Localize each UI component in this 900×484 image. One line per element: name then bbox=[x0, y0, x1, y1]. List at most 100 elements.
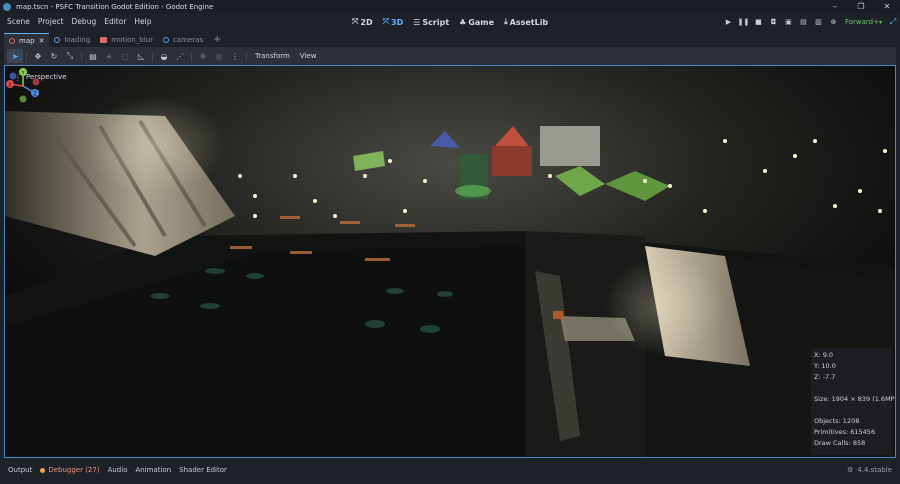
snap-icon[interactable]: ⋰ bbox=[172, 49, 188, 63]
main-screen-label: AssetLib bbox=[509, 17, 549, 27]
main-screen-2d[interactable]: ⤧ 2D bbox=[352, 17, 373, 27]
play-custom-scene-icon[interactable]: ▤ bbox=[796, 18, 811, 26]
svg-text:Y: Y bbox=[20, 70, 25, 76]
move-mode-icon[interactable]: ✥ bbox=[30, 49, 46, 63]
main-screen-label: Game bbox=[468, 17, 495, 27]
camera-y: Y: 10.0 bbox=[814, 362, 836, 370]
pause-icon[interactable]: ❚❚ bbox=[736, 18, 751, 26]
camera-x: X: 9.0 bbox=[814, 351, 834, 359]
scale-mode-icon[interactable]: ⤡ bbox=[62, 49, 78, 63]
list-select-icon[interactable]: ▤ bbox=[85, 49, 101, 63]
environment-preview-icon[interactable]: ◍ bbox=[211, 49, 227, 63]
view-menu[interactable]: View bbox=[295, 52, 322, 60]
sun-preview-icon[interactable]: ✺ bbox=[195, 49, 211, 63]
menu-help[interactable]: Help bbox=[130, 13, 155, 31]
separator bbox=[26, 50, 27, 62]
tab-loading[interactable]: loading bbox=[49, 33, 95, 47]
menu-project[interactable]: Project bbox=[34, 13, 68, 31]
maximize-icon[interactable]: ❐ bbox=[848, 0, 874, 13]
main-screen-assetlib[interactable]: ⤓ AssetLib bbox=[504, 17, 548, 27]
assetlib-icon: ⤓ bbox=[504, 17, 508, 26]
minimize-icon[interactable]: – bbox=[822, 0, 848, 13]
audio-tab[interactable]: Audio bbox=[104, 466, 132, 474]
scene-tabs: map ✕ loading motion_blur cameras + bbox=[4, 33, 896, 47]
play-icon[interactable]: ▶ bbox=[721, 18, 736, 26]
zoom-icon[interactable]: ⊕ bbox=[826, 18, 841, 26]
scene-icon bbox=[162, 37, 169, 43]
tab-motion-blur[interactable]: motion_blur bbox=[95, 33, 158, 47]
scene-icon bbox=[54, 37, 61, 43]
window-title: map.tscn - PSFC Transition Godot Edition… bbox=[16, 2, 214, 11]
2d-icon: ⤧ bbox=[352, 17, 359, 26]
menu-scene[interactable]: Scene bbox=[3, 13, 34, 31]
film-icon bbox=[100, 37, 108, 43]
remote-debug-icon[interactable]: ◘ bbox=[766, 18, 781, 26]
script-icon: ☰ bbox=[413, 17, 421, 27]
debugger-tab[interactable]: Debugger (27) bbox=[36, 466, 103, 474]
draw-calls-count: Draw Calls: 858 bbox=[814, 439, 866, 447]
tab-label: map bbox=[19, 36, 35, 45]
ruler-icon[interactable]: ◺ bbox=[133, 49, 149, 63]
main-screen-switcher: ⤧ 2D ⤧ 3D ☰ Script ♣ Game ⤓ AssetLib bbox=[352, 13, 548, 31]
version-label[interactable]: 4.4.stable bbox=[857, 466, 892, 474]
warning-dot-icon bbox=[40, 467, 46, 473]
viewport-toolbar: ➤ ✥ ↻ ⤡ ▤ 🔒︎ ▢ ◺ ◒ ⋰ ✺ ◍ ⋮ Transform Vie… bbox=[4, 47, 896, 65]
tab-label: cameras bbox=[172, 36, 204, 44]
version-info: ⚙︎ 4.4.stable bbox=[847, 461, 892, 479]
output-tab[interactable]: Output bbox=[4, 466, 36, 474]
more-options-icon[interactable]: ⋮ bbox=[227, 49, 243, 63]
debugger-label: Debugger (27) bbox=[48, 466, 100, 474]
distraction-free-icon[interactable]: ⤢ bbox=[886, 17, 900, 27]
animation-tab[interactable]: Animation bbox=[131, 466, 175, 474]
play-scene-icon[interactable]: ▣ bbox=[781, 18, 796, 26]
bottom-panel-bar: Output Debugger (27) Audio Animation Sha… bbox=[0, 461, 900, 479]
primitives-count: Primitives: 615456 bbox=[814, 428, 876, 436]
tab-label: motion_blur bbox=[111, 36, 153, 44]
menu-debug[interactable]: Debug bbox=[68, 13, 101, 31]
main-screen-label: 2D bbox=[360, 17, 373, 27]
viewport-size: Size: 1904 × 839 (1.6MP) bbox=[814, 395, 896, 403]
movie-maker-icon[interactable]: ▥ bbox=[811, 18, 826, 26]
close-tab-icon[interactable]: ✕ bbox=[39, 37, 45, 45]
orientation-gizmo-icon[interactable]: Y X Z bbox=[5, 66, 45, 106]
scene-render bbox=[5, 66, 895, 457]
separator bbox=[191, 50, 192, 62]
rotate-mode-icon[interactable]: ↻ bbox=[46, 49, 62, 63]
local-space-icon[interactable]: ◒ bbox=[156, 49, 172, 63]
add-tab-icon[interactable]: + bbox=[208, 33, 226, 47]
update-spinner-icon[interactable]: ⚙︎ bbox=[847, 466, 853, 474]
tab-cameras[interactable]: cameras bbox=[158, 33, 208, 47]
stop-icon[interactable]: ■ bbox=[751, 18, 766, 26]
menu-bar: Scene Project Debug Editor Help ⤧ 2D ⤧ 3D … bbox=[0, 13, 900, 31]
renderer-select[interactable]: Forward+ bbox=[845, 18, 879, 26]
svg-text:X: X bbox=[8, 82, 12, 88]
tab-label: loading bbox=[64, 36, 91, 44]
tab-map[interactable]: map ✕ bbox=[4, 33, 50, 47]
separator bbox=[81, 50, 82, 62]
objects-count: Objects: 1208 bbox=[814, 417, 860, 425]
chevron-down-icon: ▾ bbox=[878, 18, 882, 26]
main-menu: Scene Project Debug Editor Help bbox=[3, 13, 156, 31]
viewport-stats-panel: X: 9.0 Y: 10.0 Z: -7.7 Size: 1904 × 839 … bbox=[811, 348, 896, 455]
shader-editor-tab[interactable]: Shader Editor bbox=[175, 466, 231, 474]
main-screen-3d[interactable]: ⤧ 3D bbox=[383, 17, 404, 27]
viewport-3d[interactable]: ⋮ Perspective Y X Z X: 9.0 Y: 10.0 Z: -7… bbox=[4, 65, 896, 458]
3d-icon: ⤧ bbox=[382, 17, 390, 26]
main-screen-game[interactable]: ♣ Game bbox=[459, 18, 494, 27]
main-screen-label: 3D bbox=[391, 17, 404, 27]
svg-text:Z: Z bbox=[33, 91, 37, 97]
run-bar: ▶ ❚❚ ■ ◘ ▣ ▤ ▥ ⊕ Forward+ ▾ ⤢ bbox=[721, 13, 900, 31]
lock-icon[interactable]: 🔒︎ bbox=[101, 49, 117, 63]
menu-editor[interactable]: Editor bbox=[100, 13, 130, 31]
godot-logo-icon bbox=[3, 2, 11, 11]
select-mode-icon[interactable]: ➤ bbox=[7, 49, 23, 63]
title-bar: map.tscn - PSFC Transition Godot Edition… bbox=[0, 0, 900, 13]
separator bbox=[152, 50, 153, 62]
group-icon[interactable]: ▢ bbox=[117, 49, 133, 63]
main-screen-script[interactable]: ☰ Script bbox=[413, 18, 449, 27]
close-icon[interactable]: ✕ bbox=[874, 0, 900, 13]
transform-menu[interactable]: Transform bbox=[250, 52, 295, 60]
game-icon: ♣ bbox=[459, 17, 467, 27]
